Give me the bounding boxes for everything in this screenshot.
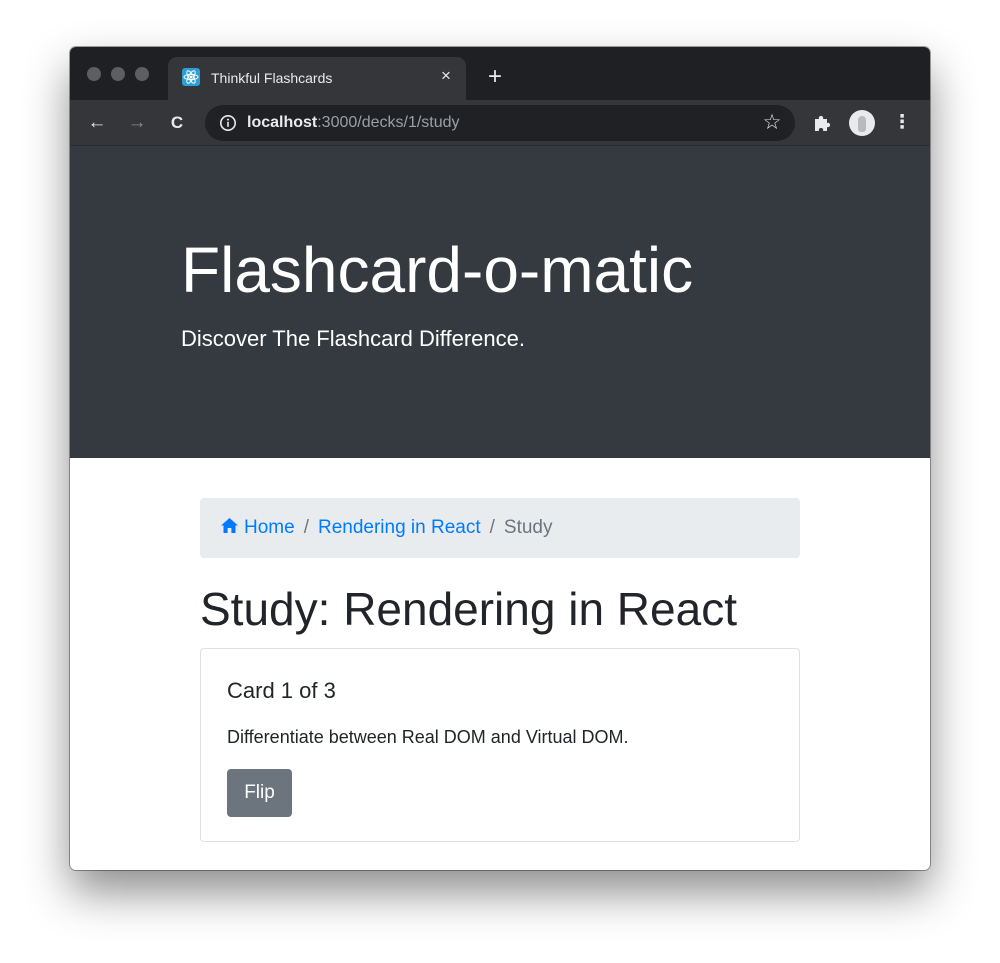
profile-avatar-icon[interactable]: [849, 110, 875, 136]
kebab-menu-icon[interactable]: ⋮: [891, 112, 913, 134]
breadcrumb-separator: /: [303, 517, 309, 538]
url-path: :3000/decks/1/study: [317, 114, 460, 131]
flip-button[interactable]: Flip: [227, 769, 292, 817]
back-icon[interactable]: ←: [86, 112, 108, 134]
breadcrumb-deck-link[interactable]: Rendering in React: [318, 517, 481, 538]
site-title: Flashcard-o-matic: [181, 234, 694, 306]
flashcard: Card 1 of 3 Differentiate between Real D…: [200, 648, 800, 842]
tab-strip: Thinkful Flashcards × +: [70, 47, 930, 100]
page-title: Study: Rendering in React: [200, 583, 737, 635]
browser-toolbar: ← → C localhost:3000/decks/1/study ☆ ⋮: [70, 100, 930, 146]
tab-thinkful-flashcards[interactable]: Thinkful Flashcards ×: [168, 57, 466, 100]
address-bar[interactable]: localhost:3000/decks/1/study ☆: [205, 105, 795, 141]
breadcrumb-home-link[interactable]: Home: [220, 517, 295, 538]
browser-window: Thinkful Flashcards × + ← → C localhost:…: [70, 47, 930, 870]
tab-title: Thinkful Flashcards: [211, 70, 333, 86]
url-host: localhost: [247, 114, 318, 131]
close-window-button[interactable]: [87, 67, 101, 81]
breadcrumb-separator: /: [489, 517, 495, 538]
info-icon[interactable]: [219, 114, 237, 132]
reload-icon[interactable]: C: [166, 112, 188, 134]
tab-close-icon[interactable]: ×: [436, 66, 456, 86]
breadcrumb-home-label: Home: [244, 517, 295, 538]
forward-icon[interactable]: →: [126, 112, 148, 134]
minimize-window-button[interactable]: [111, 67, 125, 81]
home-icon: [221, 518, 238, 533]
star-icon[interactable]: ☆: [761, 112, 783, 134]
site-subtitle: Discover The Flashcard Difference.: [181, 326, 525, 351]
zoom-window-button[interactable]: [135, 67, 149, 81]
url-text[interactable]: localhost:3000/decks/1/study: [247, 114, 460, 132]
card-counter: Card 1 of 3: [227, 678, 336, 703]
page-content: Flashcard-o-matic Discover The Flashcard…: [70, 146, 930, 870]
react-favicon-icon: [182, 68, 200, 86]
breadcrumb: Home / Rendering in React / Study: [200, 498, 800, 558]
extensions-puzzle-icon[interactable]: [811, 112, 833, 134]
breadcrumb-current: Study: [503, 517, 553, 538]
new-tab-icon[interactable]: +: [484, 65, 506, 89]
card-front-text: Differentiate between Real DOM and Virtu…: [227, 727, 629, 747]
header-jumbotron: Flashcard-o-matic Discover The Flashcard…: [70, 146, 930, 458]
